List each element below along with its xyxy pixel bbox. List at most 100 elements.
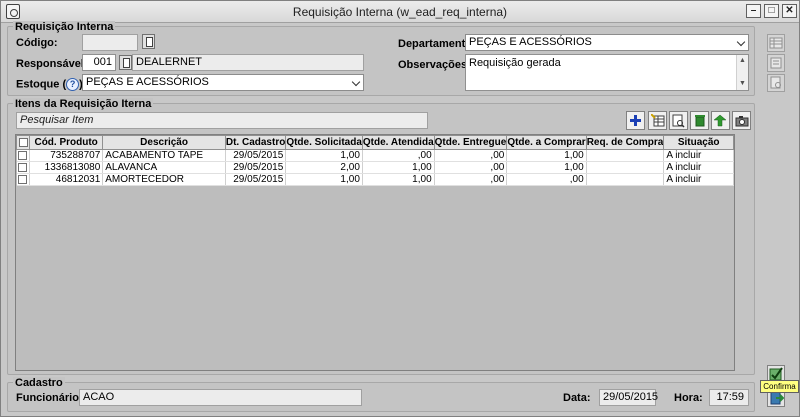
codigo-field[interactable] bbox=[82, 34, 138, 51]
cell-qtde-entregue: ,00 bbox=[434, 161, 508, 174]
responsavel-lookup-icon[interactable] bbox=[119, 55, 132, 70]
col-header-qtde-atendida[interactable]: Qtde. Atendida bbox=[361, 135, 435, 150]
codigo-lookup-icon[interactable] bbox=[142, 34, 155, 49]
cell-qtde-entregue: ,00 bbox=[434, 173, 508, 186]
observacoes-label: Observações: bbox=[398, 59, 471, 71]
cell-descricao: AMORTECEDOR bbox=[102, 173, 226, 186]
items-group-title: Itens da Requisição Iterna bbox=[13, 98, 154, 110]
table-icon bbox=[769, 37, 783, 49]
cell-qtde-solicitada: 2,00 bbox=[285, 161, 363, 174]
responsavel-code-field[interactable]: 001 bbox=[82, 54, 116, 71]
window-title: Requisição Interna (w_ead_req_interna) bbox=[292, 5, 508, 19]
cell-dt-cadastro: 29/05/2015 bbox=[225, 173, 287, 186]
chevron-down-icon bbox=[737, 38, 746, 47]
add-item-button[interactable] bbox=[626, 111, 645, 130]
list-icon bbox=[770, 57, 782, 69]
cell-qtde-atendida: ,00 bbox=[362, 149, 435, 162]
close-button[interactable]: ✕ bbox=[782, 4, 797, 18]
hora-field: 17:59 bbox=[709, 389, 749, 406]
green-arrow-icon bbox=[714, 114, 727, 127]
go-button[interactable] bbox=[711, 111, 730, 130]
cell-codigo: 46812031 bbox=[29, 173, 104, 186]
cell-qtde-solicitada: 1,00 bbox=[285, 173, 363, 186]
estoque-select[interactable]: PEÇAS E ACESSÓRIOS bbox=[82, 74, 364, 91]
cell-descricao: ALAVANCA bbox=[102, 161, 226, 174]
responsavel-label: Responsável: bbox=[16, 58, 88, 70]
cell-descricao: ACABAMENTO TAPE bbox=[102, 149, 226, 162]
estoque-label-prefix: Estoque ( bbox=[16, 78, 67, 91]
observacoes-textarea[interactable]: Requisição gerada ▲ ▼ bbox=[465, 54, 749, 91]
estoque-select-value: PEÇAS E ACESSÓRIOS bbox=[86, 76, 209, 88]
hora-label: Hora: bbox=[674, 392, 703, 404]
cell-qtde-atendida: 1,00 bbox=[362, 161, 435, 174]
observacoes-scrollbar[interactable]: ▲ ▼ bbox=[736, 55, 748, 90]
estoque-label: Estoque (?): bbox=[16, 78, 86, 91]
main-window: Requisição Interna (w_ead_req_interna) –… bbox=[0, 0, 800, 417]
minimize-button[interactable]: – bbox=[746, 4, 761, 18]
responsavel-name-field: DEALERNET bbox=[132, 54, 364, 71]
confirm-tooltip: Confirma bbox=[760, 380, 799, 393]
data-label: Data: bbox=[563, 392, 591, 404]
data-field: 29/05/2015 bbox=[599, 389, 658, 406]
col-header-qtde-a-comprar[interactable]: Qtde. a Comprar bbox=[506, 135, 587, 150]
funcionario-label: Funcionário: bbox=[16, 392, 83, 404]
col-header-qtde-entregue[interactable]: Qtde. Entregue bbox=[433, 135, 508, 150]
side-table-button[interactable] bbox=[767, 34, 785, 52]
cell-situacao: A incluir bbox=[663, 149, 734, 162]
cell-qtde-a-comprar: ,00 bbox=[506, 173, 587, 186]
cell-situacao: A incluir bbox=[663, 173, 734, 186]
table-row[interactable]: 1336813080 ALAVANCA 29/05/2015 2,00 1,00… bbox=[16, 161, 734, 174]
title-bar: Requisição Interna (w_ead_req_interna) –… bbox=[1, 1, 799, 23]
cell-codigo: 1336813080 bbox=[29, 161, 104, 174]
cell-dt-cadastro: 29/05/2015 bbox=[225, 149, 287, 162]
camera-button[interactable] bbox=[732, 111, 751, 130]
plus-icon bbox=[630, 115, 641, 126]
cell-codigo: 735288707 bbox=[29, 149, 104, 162]
col-header-situacao[interactable]: Situação bbox=[663, 135, 734, 150]
funcionario-field: ACAO bbox=[79, 389, 362, 406]
cell-req-compra bbox=[586, 149, 665, 162]
grid-select-button[interactable] bbox=[648, 111, 667, 130]
search-input[interactable]: Pesquisar Item bbox=[16, 112, 428, 129]
departamento-select-value: PEÇAS E ACESSÓRIOS bbox=[469, 36, 592, 48]
trash-icon bbox=[694, 115, 705, 127]
document-search-icon bbox=[672, 114, 685, 128]
help-icon[interactable]: ? bbox=[66, 78, 80, 91]
side-list-button[interactable] bbox=[767, 54, 785, 72]
scroll-down-icon[interactable]: ▼ bbox=[737, 79, 748, 89]
row-checkbox[interactable] bbox=[16, 173, 31, 186]
footer-group-title: Cadastro bbox=[13, 377, 65, 389]
col-header-descricao[interactable]: Descrição bbox=[102, 135, 226, 150]
delete-item-button[interactable] bbox=[690, 111, 709, 130]
col-header-codigo[interactable]: Cód. Produto bbox=[29, 135, 104, 150]
select-all-checkbox[interactable] bbox=[15, 135, 31, 150]
table-row[interactable]: 735288707 ACABAMENTO TAPE 29/05/2015 1,0… bbox=[16, 149, 734, 162]
observacoes-text: Requisição gerada bbox=[469, 57, 561, 69]
cell-qtde-atendida: 1,00 bbox=[362, 173, 435, 186]
cell-dt-cadastro: 29/05/2015 bbox=[225, 161, 287, 174]
view-document-button[interactable] bbox=[669, 111, 688, 130]
maximize-button[interactable]: □ bbox=[764, 4, 779, 18]
items-grid: Cód. Produto Descrição Dt. Cadastro Qtde… bbox=[15, 134, 735, 371]
header-group-title: Requisição Interna bbox=[13, 21, 116, 33]
cell-req-compra bbox=[586, 173, 665, 186]
camera-icon bbox=[735, 115, 748, 126]
col-header-req-compra[interactable]: Req. de Compra bbox=[585, 135, 665, 150]
table-header-row: Cód. Produto Descrição Dt. Cadastro Qtde… bbox=[15, 135, 734, 150]
grid-icon bbox=[650, 114, 664, 127]
side-preview-button[interactable] bbox=[767, 74, 785, 92]
col-header-dt-cadastro[interactable]: Dt. Cadastro bbox=[224, 135, 287, 150]
scroll-up-icon[interactable]: ▲ bbox=[737, 56, 748, 66]
cell-qtde-entregue: ,00 bbox=[434, 149, 508, 162]
document-search-icon bbox=[770, 76, 781, 89]
items-table: Cód. Produto Descrição Dt. Cadastro Qtde… bbox=[15, 135, 734, 186]
codigo-label: Código: bbox=[16, 37, 58, 49]
departamento-select[interactable]: PEÇAS E ACESSÓRIOS bbox=[465, 34, 749, 51]
table-row[interactable]: 46812031 AMORTECEDOR 29/05/2015 1,00 1,0… bbox=[16, 173, 734, 186]
col-header-qtde-solicitada[interactable]: Qtde. Solicitada bbox=[285, 135, 363, 150]
row-checkbox[interactable] bbox=[16, 161, 31, 174]
row-checkbox[interactable] bbox=[16, 149, 31, 162]
cell-qtde-solicitada: 1,00 bbox=[285, 149, 363, 162]
cell-req-compra bbox=[586, 161, 665, 174]
cell-qtde-a-comprar: 1,00 bbox=[506, 149, 587, 162]
